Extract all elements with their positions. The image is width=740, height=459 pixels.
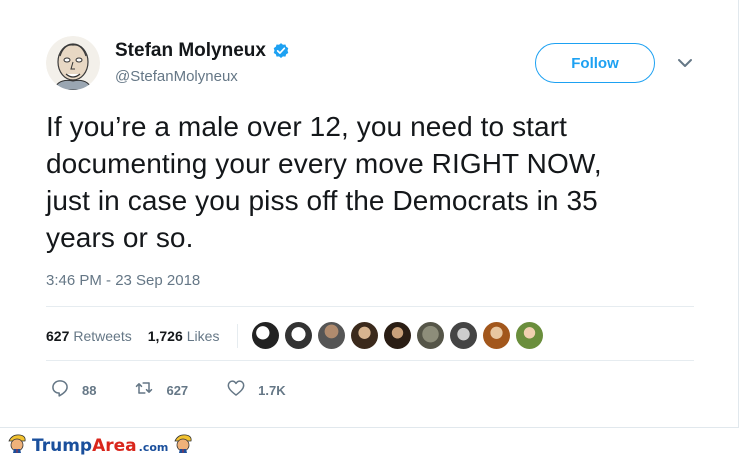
- stats-separator: [237, 323, 239, 348]
- liker-avatar[interactable]: [516, 322, 544, 349]
- like-count: 1.7K: [258, 383, 286, 398]
- retweets-stat[interactable]: 627 Retweets: [46, 328, 132, 344]
- reply-icon: [50, 378, 70, 403]
- tweet-actions: 88 627 1.7K: [50, 378, 324, 403]
- trump-caricature-icon: [172, 432, 194, 459]
- retweets-count: 627: [46, 327, 70, 344]
- watermark-brand-part1: Trump: [32, 435, 93, 456]
- tweet-timestamp[interactable]: 3:46 PM - 23 Sep 2018: [46, 272, 200, 289]
- retweet-count: 627: [166, 383, 189, 398]
- liker-avatar[interactable]: [351, 322, 379, 349]
- author-avatar[interactable]: [46, 36, 100, 90]
- likes-count: 1,726: [147, 327, 183, 344]
- likes-stat[interactable]: 1,726 Likes: [148, 328, 220, 344]
- tweet-card: Stefan Molyneux @StefanMolyneux Follow I…: [0, 0, 739, 428]
- watermark-brand: TrumpArea .com: [32, 436, 168, 456]
- watermark-logo: TrumpArea .com: [6, 432, 194, 459]
- tweet-stats: 627 Retweets 1,726 Likes: [46, 322, 549, 349]
- watermark-brand-suffix: .com: [138, 440, 169, 454]
- likes-label: Likes: [186, 327, 220, 344]
- retweets-label: Retweets: [73, 327, 132, 344]
- author-name-row: Stefan Molyneux: [115, 40, 290, 62]
- liker-avatar[interactable]: [285, 322, 313, 349]
- follow-button[interactable]: Follow: [535, 43, 655, 83]
- liker-avatars: [252, 322, 549, 349]
- author-name[interactable]: Stefan Molyneux: [115, 40, 266, 62]
- reply-count: 88: [82, 383, 97, 398]
- verified-badge-icon: [272, 42, 290, 60]
- liker-avatar[interactable]: [384, 322, 412, 349]
- liker-avatar[interactable]: [417, 322, 445, 349]
- reply-button[interactable]: 88: [50, 378, 96, 403]
- liker-avatar[interactable]: [483, 322, 511, 349]
- tweet-text: If you’re a male over 12, you need to st…: [46, 111, 602, 253]
- heart-icon: [226, 378, 246, 403]
- stats-divider-bottom: [46, 360, 694, 361]
- liker-avatar[interactable]: [450, 322, 478, 349]
- like-button[interactable]: 1.7K: [226, 378, 286, 403]
- retweet-icon: [134, 378, 154, 403]
- liker-avatar[interactable]: [252, 322, 280, 349]
- retweet-button[interactable]: 627: [134, 378, 188, 403]
- chevron-down-icon[interactable]: [676, 56, 694, 70]
- avatar-caricature-image: [46, 36, 100, 90]
- liker-avatar[interactable]: [318, 322, 346, 349]
- author-handle[interactable]: @StefanMolyneux: [115, 68, 238, 85]
- stats-divider-top: [46, 306, 694, 307]
- watermark-brand-part2: Area: [92, 435, 137, 456]
- trump-caricature-icon: [6, 432, 28, 459]
